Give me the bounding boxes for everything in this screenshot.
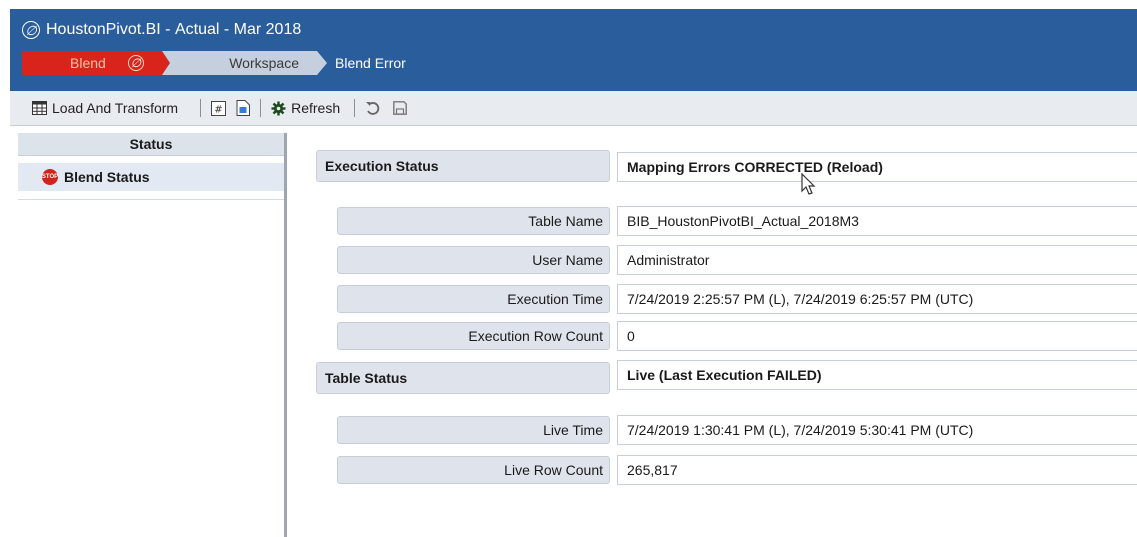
table-status-label: Table Status: [316, 362, 610, 394]
title-separator: -: [160, 21, 175, 38]
execution-time-label: Execution Time: [337, 285, 610, 313]
breadcrumb-blend-label: Blend: [70, 55, 106, 71]
status-panel: Status STOP Blend Status: [18, 133, 287, 537]
table-name-value[interactable]: BIB_HoustonPivotBI_Actual_2018M3: [617, 206, 1137, 236]
window-title: ∅ HoustonPivot.BI - Actual - Mar 2018: [22, 19, 301, 41]
execution-row-count-label: Execution Row Count: [337, 322, 610, 350]
table-name-label: Table Name: [337, 207, 610, 235]
status-panel-header: Status: [18, 133, 284, 156]
breadcrumb-blend[interactable]: Blend ∅: [22, 51, 170, 75]
breadcrumb-blend-error[interactable]: Blend Error: [335, 55, 406, 71]
title-app-name: HoustonPivot.BI: [46, 21, 161, 38]
document-view-icon[interactable]: [236, 100, 251, 116]
execution-status-value: Mapping Errors CORRECTED (Reload): [617, 152, 1137, 182]
refresh-button[interactable]: Refresh: [271, 100, 340, 116]
user-name-value[interactable]: Administrator: [617, 245, 1137, 275]
panel-divider: [18, 199, 284, 200]
breadcrumb: Blend ∅ Workspace Blend Error: [22, 51, 406, 75]
blend-logo-icon: ∅: [127, 55, 144, 71]
live-time-label: Live Time: [337, 416, 610, 444]
title-bar: ∅ HoustonPivot.BI - Actual - Mar 2018 Bl…: [10, 9, 1137, 91]
app-logo-icon: ∅: [22, 21, 40, 39]
mouse-cursor-icon: [801, 172, 817, 200]
user-name-label: User Name: [337, 246, 610, 274]
toolbar: Load And Transform # Refresh: [10, 91, 1137, 126]
gear-icon: [271, 101, 286, 116]
execution-time-value[interactable]: 7/24/2019 2:25:57 PM (L), 7/24/2019 6:25…: [617, 284, 1137, 314]
tree-item-label: Blend Status: [64, 169, 150, 185]
toolbar-divider: [200, 99, 202, 117]
refresh-label: Refresh: [291, 100, 341, 116]
toolbar-divider: [260, 99, 262, 117]
load-and-transform-button[interactable]: Load And Transform: [32, 100, 178, 116]
undo-icon[interactable]: [365, 100, 381, 116]
svg-text:#: #: [214, 104, 222, 115]
title-period: Mar 2018: [233, 21, 302, 38]
save-icon[interactable]: [393, 101, 408, 115]
load-and-transform-label: Load And Transform: [52, 100, 179, 116]
execution-status-label: Execution Status: [316, 150, 610, 182]
stop-icon: STOP: [42, 169, 58, 185]
live-row-count-label: Live Row Count: [337, 456, 610, 484]
title-separator: -: [219, 21, 234, 38]
breadcrumb-workspace-label: Workspace: [229, 55, 299, 71]
grid-icon: [32, 101, 47, 115]
table-status-value: Live (Last Execution FAILED): [617, 360, 1137, 390]
live-time-value[interactable]: 7/24/2019 1:30:41 PM (L), 7/24/2019 5:30…: [617, 415, 1137, 445]
tree-item-blend-status[interactable]: STOP Blend Status: [18, 163, 284, 191]
breadcrumb-workspace[interactable]: Workspace: [162, 51, 327, 75]
format-number-icon[interactable]: #: [211, 100, 227, 116]
execution-row-count-value[interactable]: 0: [617, 321, 1137, 351]
live-row-count-value[interactable]: 265,817: [617, 455, 1137, 485]
toolbar-divider: [354, 99, 356, 117]
title-scenario: Actual: [174, 21, 220, 38]
